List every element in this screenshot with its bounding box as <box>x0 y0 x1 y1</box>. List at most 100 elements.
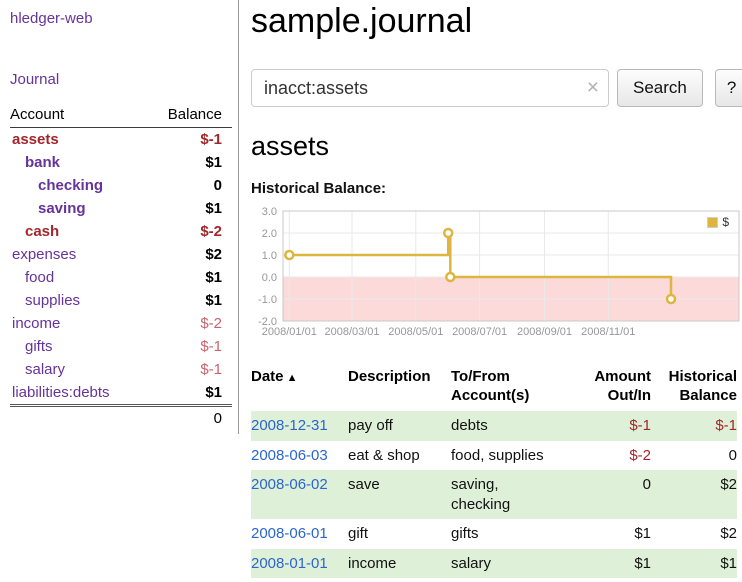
accounts-total-value: 0 <box>145 406 232 431</box>
account-link-salary[interactable]: salary <box>25 361 65 378</box>
account-link-cash[interactable]: cash <box>25 223 59 240</box>
account-name-cell: assets <box>10 128 145 152</box>
sidebar: hledger-web Journal Account Balance asse… <box>0 0 239 434</box>
date-cell: 2008-12-31 <box>251 411 348 441</box>
search-button[interactable]: Search <box>617 69 703 107</box>
column-header-label: Historical Balance <box>669 368 737 404</box>
register-header-row: Date ▲DescriptionTo/From Account(s)Amoun… <box>251 363 737 411</box>
search-input[interactable] <box>251 69 609 107</box>
accounts-table-body: assets$-1bank$1checking0saving$1cash$-2e… <box>10 128 232 406</box>
description-cell: income <box>348 549 451 579</box>
app-title-link[interactable]: hledger-web <box>10 10 93 27</box>
transaction-date-link[interactable]: 2008-06-01 <box>251 525 328 542</box>
svg-text:-1.0: -1.0 <box>258 294 277 306</box>
account-row: income$-2 <box>10 312 232 335</box>
svg-text:2008/09/01: 2008/09/01 <box>517 326 572 338</box>
column-header-historical: Historical Balance <box>651 363 737 411</box>
amount-cell: $1 <box>569 519 651 549</box>
account-row: gifts $-1 <box>10 335 232 358</box>
account-link-saving[interactable]: saving <box>38 200 86 217</box>
accounts-cell: debts <box>451 411 569 441</box>
account-heading: assets <box>251 131 742 162</box>
transaction-row[interactable]: 2008-06-02savesaving, checking0$2 <box>251 470 737 519</box>
account-link-gifts[interactable]: gifts <box>25 338 53 355</box>
help-button[interactable]: ? <box>715 69 742 107</box>
clear-search-icon[interactable]: × <box>587 75 599 101</box>
account-row: food $1 <box>10 266 232 289</box>
amount-cell: $1 <box>569 549 651 579</box>
account-row: expenses $2 <box>10 243 232 266</box>
accounts-cell: gifts <box>451 519 569 549</box>
sort-ascending-icon: ▲ <box>284 372 298 384</box>
accounts-header-row: Account Balance <box>10 104 232 128</box>
account-row: supplies $1 <box>10 289 232 312</box>
journal-link[interactable]: Journal <box>10 71 59 88</box>
account-name-cell: bank <box>10 151 145 174</box>
column-header-date[interactable]: Date ▲ <box>251 363 348 411</box>
balance-cell: 0 <box>651 441 737 471</box>
account-link-supplies[interactable]: supplies <box>25 292 80 309</box>
account-link-bank[interactable]: bank <box>25 154 60 171</box>
transaction-date-link[interactable]: 2008-06-02 <box>251 476 328 493</box>
svg-text:2008/07/01: 2008/07/01 <box>452 326 507 338</box>
account-name-cell: saving <box>10 197 145 220</box>
account-name-cell: supplies <box>10 289 145 312</box>
transaction-row[interactable]: 2008-12-31pay offdebts$-1$-1 <box>251 411 737 441</box>
account-balance: $1 <box>145 266 232 289</box>
transaction-date-link[interactable]: 2008-12-31 <box>251 417 328 434</box>
app-root: hledger-web Journal Account Balance asse… <box>0 0 742 578</box>
account-link-liabilities-debts[interactable]: liabilities:debts <box>12 384 110 401</box>
accounts-cell: saving, checking <box>451 470 569 519</box>
account-row: salary $-1 <box>10 358 232 381</box>
account-row: liabilities:debts $1 <box>10 381 232 406</box>
column-header-label: Amount Out/In <box>594 368 651 404</box>
legend-label: $ <box>722 215 729 229</box>
account-name-cell: liabilities:debts <box>10 381 145 406</box>
chart-legend: $ <box>704 214 732 230</box>
account-name-cell: checking <box>10 174 145 197</box>
date-cell: 2008-06-03 <box>251 441 348 471</box>
account-name-cell: income <box>10 312 145 335</box>
svg-text:2008/11/01: 2008/11/01 <box>581 326 635 338</box>
account-balance: $1 <box>145 289 232 312</box>
account-row: checking 0 <box>10 174 232 197</box>
account-link-checking[interactable]: checking <box>38 177 103 194</box>
amount-cell: $-1 <box>569 411 651 441</box>
accounts-total-row: 0 <box>10 406 232 431</box>
accounts-total-spacer <box>10 406 145 431</box>
accounts-table: Account Balance assets$-1bank$1checking0… <box>10 104 232 430</box>
accounts-cell: food, supplies <box>451 441 569 471</box>
account-balance: $2 <box>145 243 232 266</box>
balance-chart: 3.02.01.00.0-1.0-2.02008/01/012008/03/01… <box>251 207 742 349</box>
svg-text:2008/05/01: 2008/05/01 <box>388 326 443 338</box>
search-bar: × Search ? <box>251 69 742 107</box>
register-table-body: 2008-12-31pay offdebts$-1$-12008-06-03ea… <box>251 411 737 578</box>
account-row: bank$1 <box>10 151 232 174</box>
svg-text:1.0: 1.0 <box>262 250 277 262</box>
search-input-wrap: × <box>251 69 609 107</box>
account-link-food[interactable]: food <box>25 269 54 286</box>
column-header-label: Description <box>348 368 431 385</box>
account-balance: $1 <box>145 381 232 406</box>
date-cell: 2008-06-01 <box>251 519 348 549</box>
balance-cell: $-1 <box>651 411 737 441</box>
transaction-date-link[interactable]: 2008-06-03 <box>251 447 328 464</box>
transaction-date-link[interactable]: 2008-01-01 <box>251 555 328 572</box>
column-header-description: Description <box>348 363 451 411</box>
account-balance: 0 <box>145 174 232 197</box>
account-link-income[interactable]: income <box>12 315 60 332</box>
account-link-expenses[interactable]: expenses <box>12 246 76 263</box>
transaction-row[interactable]: 2008-06-01giftgifts$1$2 <box>251 519 737 549</box>
description-cell: save <box>348 470 451 519</box>
transaction-row[interactable]: 2008-01-01incomesalary$1$1 <box>251 549 737 579</box>
page-title: sample.journal <box>251 2 742 41</box>
accounts-header-account: Account <box>10 104 145 128</box>
column-header-amount: Amount Out/In <box>569 363 651 411</box>
account-balance: $-1 <box>145 358 232 381</box>
accounts-cell: salary <box>451 549 569 579</box>
description-cell: pay off <box>348 411 451 441</box>
account-balance: $-1 <box>145 335 232 358</box>
account-link-assets[interactable]: assets <box>12 131 59 148</box>
transaction-row[interactable]: 2008-06-03eat & shopfood, supplies$-20 <box>251 441 737 471</box>
main-content: sample.journal × Search ? assets Histori… <box>239 0 742 578</box>
